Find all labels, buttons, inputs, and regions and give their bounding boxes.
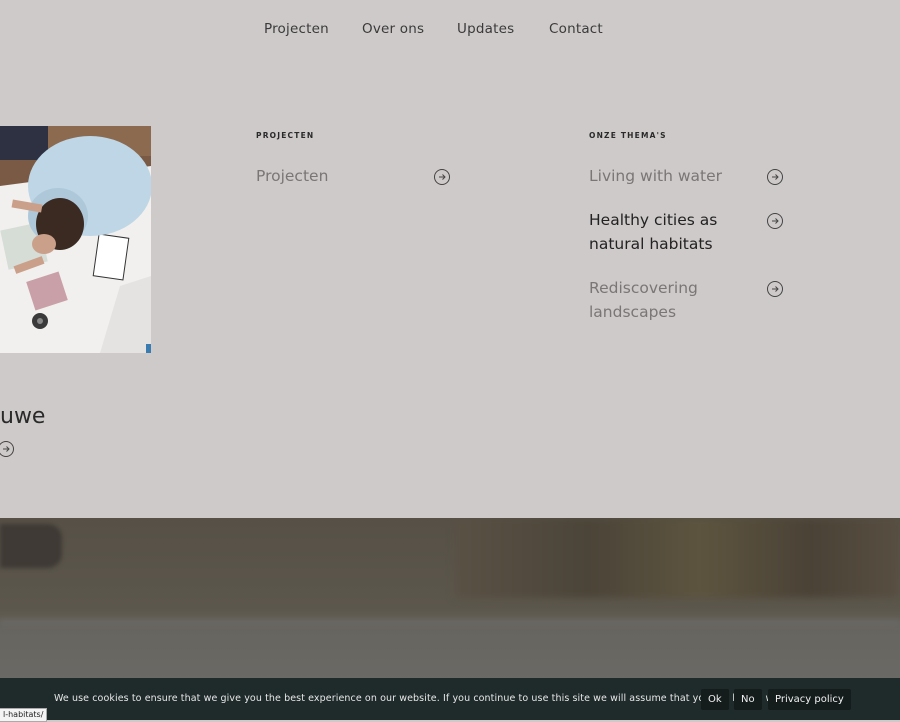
top-nav: Projecten Over ons Updates Contact bbox=[0, 0, 900, 60]
blurred-divider bbox=[0, 620, 900, 626]
cookie-no-button[interactable]: No bbox=[734, 689, 762, 710]
nav-link-updates[interactable]: Updates bbox=[457, 21, 514, 37]
menu-item-rediscovering-landscapes[interactable]: Rediscovering landscapes bbox=[589, 277, 783, 324]
blurred-hero-image bbox=[455, 518, 900, 598]
cookie-consent-bar: We use cookies to ensure that we give yo… bbox=[0, 678, 900, 720]
nav-link-projecten[interactable]: Projecten bbox=[264, 21, 329, 37]
cookie-message: We use cookies to ensure that we give yo… bbox=[54, 693, 799, 704]
menu-item-label: Rediscovering landscapes bbox=[589, 279, 698, 321]
cookie-ok-button[interactable]: Ok bbox=[701, 689, 729, 710]
menu-column-title-projecten: PROJECTEN bbox=[256, 131, 315, 140]
arrow-right-circle-icon bbox=[767, 169, 783, 185]
menu-item-label: Projecten bbox=[256, 167, 329, 185]
menu-item-projecten[interactable]: Projecten bbox=[256, 165, 450, 189]
featured-project-title[interactable]: uwe bbox=[0, 404, 45, 429]
menu-item-living-with-water[interactable]: Living with water bbox=[589, 165, 783, 189]
blurred-button-shape bbox=[0, 524, 62, 568]
nav-link-over-ons[interactable]: Over ons bbox=[362, 21, 424, 37]
menu-item-healthy-cities[interactable]: Healthy cities as natural habitats bbox=[589, 209, 783, 256]
arrow-right-circle-icon bbox=[434, 169, 450, 185]
photo-illustration bbox=[0, 126, 151, 353]
privacy-policy-button[interactable]: Privacy policy bbox=[768, 689, 851, 710]
menu-item-label: Healthy cities as natural habitats bbox=[589, 211, 718, 253]
menu-item-label: Living with water bbox=[589, 167, 722, 185]
arrow-right-circle-icon[interactable] bbox=[0, 441, 14, 457]
arrow-right-circle-icon bbox=[767, 213, 783, 229]
arrow-right-circle-icon bbox=[767, 281, 783, 297]
nav-link-contact[interactable]: Contact bbox=[549, 21, 603, 37]
menu-column-title-themas: ONZE THEMA'S bbox=[589, 131, 667, 140]
featured-project-photo[interactable] bbox=[0, 126, 151, 353]
